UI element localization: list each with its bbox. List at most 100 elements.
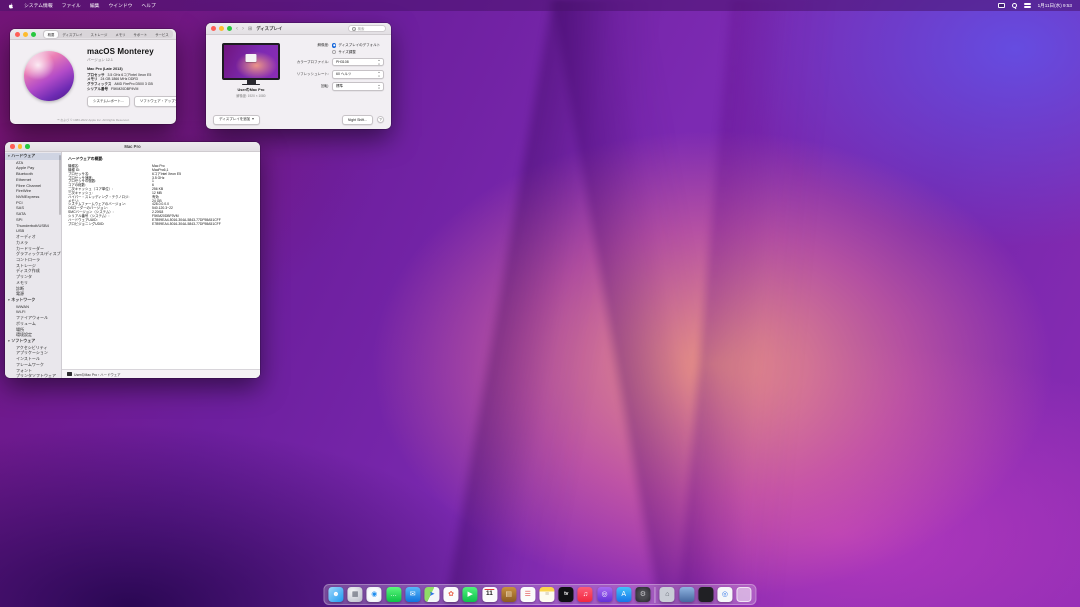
forward-button[interactable]: › (242, 26, 244, 32)
popup-menu[interactable]: 60 ヘルツ (332, 70, 384, 79)
dock-contacts[interactable]: ▤ (501, 587, 516, 602)
about-tab[interactable]: 概要 (44, 31, 59, 38)
menu-item[interactable]: システム情報 (24, 2, 53, 9)
apple-menu-icon[interactable] (8, 3, 14, 9)
close-button[interactable] (15, 32, 20, 37)
overview-value: E7B99EA4-5016-304A-5843-77DF98A51CFF (152, 223, 221, 227)
menu-item[interactable]: ヘルプ (141, 2, 155, 9)
zoom-button[interactable] (31, 32, 36, 37)
dock-podcasts[interactable]: ◎ (597, 587, 612, 602)
close-button[interactable] (10, 144, 15, 149)
menu-bar-clock[interactable]: 1月11日(水) 9:53 (1038, 3, 1072, 9)
sidebar-item[interactable]: ソフトウェア (5, 338, 61, 345)
hardware-overview-title: ハードウェアの概要: (68, 157, 254, 162)
dock-launchpad[interactable]: ▦ (348, 587, 363, 602)
dock-messages[interactable]: … (386, 587, 401, 602)
sysinfo-window-titlebar: Mac Pro (5, 142, 260, 152)
about-tab[interactable]: サービス (151, 31, 173, 38)
dock-music[interactable]: ♫ (578, 587, 593, 602)
dock-folder[interactable]: ⌂ (660, 587, 675, 602)
spec-label: シリアル番号 (87, 87, 108, 92)
display-resolution: 解像度: 1920 × 1080 (214, 93, 288, 98)
about-tab[interactable]: サポート (130, 31, 152, 38)
dock-notes[interactable]: ≡ (540, 587, 555, 602)
zoom-button[interactable] (227, 26, 232, 31)
minimize-button[interactable] (18, 144, 23, 149)
search-input[interactable]: 検索 (348, 25, 386, 32)
computer-icon (67, 372, 72, 375)
dock-icon-glyph: ✿ (448, 591, 454, 598)
dock-maps[interactable]: ➤ (424, 587, 439, 602)
system-information-window: Mac Pro ハードウェアATAApple PayBluetoothEther… (5, 142, 260, 378)
window-controls (10, 144, 30, 149)
setting-row: 回転: 標準 (288, 82, 384, 91)
popup-arrows-icon (378, 60, 381, 65)
dock-reminders[interactable]: ☰ (520, 587, 535, 602)
dock-icon-glyph: ▦ (352, 591, 359, 598)
resolution-label: 解像度: (288, 43, 332, 48)
popup-menu[interactable]: PH3108 (332, 58, 384, 66)
dock-mail[interactable]: ✉ (405, 587, 420, 602)
about-action-button[interactable]: ソフトウェア・アップデート... (134, 96, 176, 106)
popup-value: 標準 (336, 84, 343, 88)
spotlight-icon[interactable] (1012, 3, 1018, 9)
menu-item[interactable]: 編集 (90, 2, 100, 9)
close-button[interactable] (211, 26, 216, 31)
spec-row: シリアル番号 F5KM20DBF9VM (87, 87, 176, 92)
search-placeholder: 検索 (358, 26, 365, 31)
about-action-button[interactable]: システムレポート... (87, 96, 130, 106)
about-tab[interactable]: メモリ (111, 31, 129, 38)
display-menu-icon[interactable] (998, 3, 1005, 8)
dock-icon-glyph: ▤ (505, 591, 512, 598)
dock: ☻ ▦ ◉ … ✉ ➤ ✿ (323, 584, 756, 605)
minimize-button[interactable] (23, 32, 28, 37)
setting-label: リフレッシュレート: (288, 72, 332, 77)
resolution-radio[interactable]: サイズ調整 (332, 50, 380, 55)
sidebar-item[interactable]: ネットワーク (5, 297, 61, 304)
menu-item[interactable]: ファイル (62, 2, 81, 9)
control-center-icon[interactable] (1024, 3, 1031, 8)
dock-icon-glyph: ☻ (332, 591, 339, 598)
dock-icon-glyph: ◉ (371, 591, 377, 598)
dock-calendar[interactable]: 11 (482, 587, 497, 602)
displays-window-titlebar: ‹ › ⊞ ディスプレイ 検索 (206, 23, 391, 35)
sidebar-item[interactable]: ハードウェア (5, 153, 61, 160)
dock-finder[interactable]: ☻ (328, 587, 343, 602)
resolution-radio[interactable]: ディスプレイのデフォルト (332, 43, 380, 48)
dock-app-store[interactable]: A (616, 587, 631, 602)
setting-row: カラープロファイル: PH3108 (288, 58, 384, 66)
popup-menu[interactable]: 標準 (332, 82, 384, 91)
dock-downloads-stack[interactable]: ◎ (717, 587, 732, 602)
menu-item[interactable]: ウインドウ (108, 2, 132, 9)
popup-value: 60 ヘルツ (336, 72, 351, 76)
displays-window: ‹ › ⊞ ディスプレイ 検索 UserのMac Pro 解像度: 1920 ×… (206, 23, 391, 129)
dock-separator[interactable] (655, 587, 656, 603)
radio-label: サイズ調整 (338, 50, 355, 55)
dock-safari[interactable]: ◉ (367, 587, 382, 602)
dock-trash[interactable] (737, 587, 752, 602)
hardware-overview-row: プロビジョニングUDID: E7B99EA4-5016-304A-5843-77… (68, 223, 254, 227)
dock-facetime[interactable]: ▶ (463, 587, 478, 602)
monterey-logo (24, 51, 74, 101)
show-all-icon[interactable]: ⊞ (248, 26, 252, 32)
add-display-button[interactable]: ディスプレイを追加 (213, 115, 260, 125)
dock-icon-glyph: ◎ (602, 591, 608, 598)
window-title: Mac Pro (5, 144, 260, 149)
zoom-button[interactable] (25, 144, 30, 149)
about-tab[interactable]: ストレージ (86, 31, 111, 38)
sysinfo-sidebar: ハードウェアATAApple PayBluetoothEthernetFibre… (5, 152, 62, 378)
dock-tv[interactable]: tv (559, 587, 574, 602)
dock-photos[interactable]: ✿ (444, 587, 459, 602)
dock-minimized-window[interactable] (679, 587, 694, 602)
display-stand (247, 80, 256, 84)
chevron-down-icon (252, 118, 254, 120)
dock-system-preferences[interactable]: ⚙ (635, 587, 650, 602)
dock-minimized-window-dark[interactable] (698, 587, 713, 602)
minimize-button[interactable] (219, 26, 224, 31)
night-shift-button[interactable]: Night Shift... (342, 115, 373, 124)
back-button[interactable]: ‹ (236, 26, 238, 32)
sidebar-item[interactable]: プリンタソフトウェア (5, 373, 61, 378)
mac-model: Mac Pro (Late 2013) (87, 67, 176, 71)
about-tab[interactable]: ディスプレイ (58, 31, 86, 38)
help-button[interactable]: ? (377, 116, 384, 123)
